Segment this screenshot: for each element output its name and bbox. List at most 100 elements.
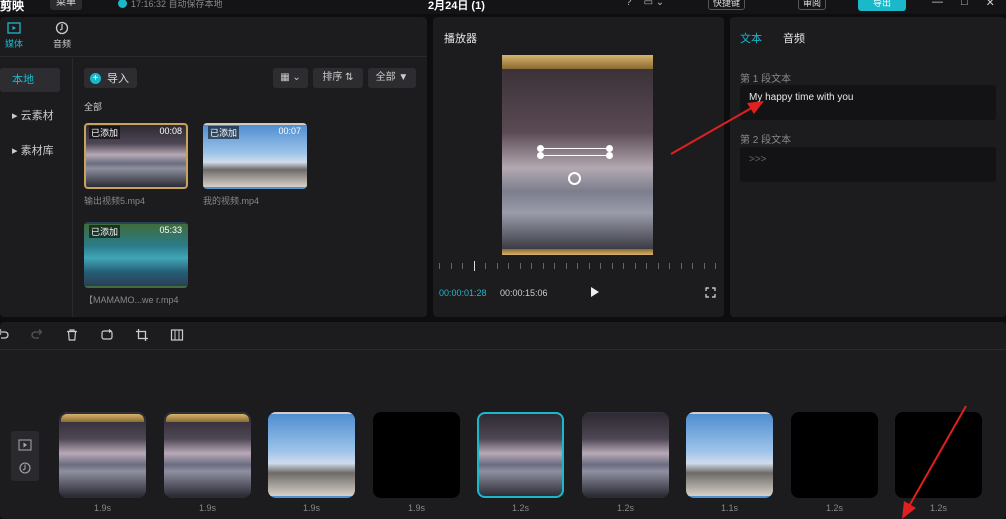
- scrubber-tick: [715, 263, 716, 269]
- app-title: 剪映: [0, 0, 25, 13]
- sidebar-item-local[interactable]: 本地: [0, 68, 60, 92]
- scrubber-tick: [462, 263, 463, 269]
- media-icon: [7, 22, 21, 34]
- media-filename: 输出视频5.mp4: [84, 196, 146, 206]
- filter-button[interactable]: 全部 ▼: [368, 68, 416, 88]
- media-thumbnail[interactable]: 已添加 05:33: [84, 222, 188, 288]
- audio-track-icon[interactable]: [18, 461, 32, 475]
- timeline-clip[interactable]: [373, 412, 460, 498]
- clip-duration: 1.2s: [825, 503, 843, 513]
- resize-handle[interactable]: [537, 152, 544, 159]
- video-image: [502, 69, 653, 249]
- video-track-icon[interactable]: [18, 439, 32, 451]
- help-icon[interactable]: ?: [626, 0, 632, 8]
- media-thumbnail[interactable]: 已添加 00:08: [84, 123, 188, 189]
- rotate-icon[interactable]: [568, 172, 581, 185]
- clip-gold-border: [61, 414, 144, 422]
- paragraph-label: 第 1 段文本: [740, 74, 792, 85]
- scrubber-tick: [531, 263, 532, 269]
- delete-icon[interactable]: [65, 328, 79, 342]
- paragraph-label: 第 2 段文本: [740, 135, 792, 146]
- clip-duration: 1.9s: [407, 503, 425, 513]
- tab-text[interactable]: 文本: [740, 30, 762, 46]
- timeline-clip[interactable]: [477, 412, 564, 498]
- shortcut-button[interactable]: 快捷键: [708, 0, 746, 10]
- media-tabs: 媒体 音频: [0, 17, 427, 57]
- total-time: 00:00:15:06: [500, 288, 548, 298]
- view-toggle-button[interactable]: ▦ ⌄: [273, 68, 308, 88]
- added-badge: 已添加: [208, 126, 240, 139]
- resize-handle[interactable]: [606, 145, 613, 152]
- timeline-clip[interactable]: [268, 412, 355, 498]
- play-button[interactable]: [591, 287, 599, 297]
- tab-audio[interactable]: 音频: [783, 30, 805, 46]
- scrubber-tick: [692, 263, 693, 269]
- sidebar-item-library[interactable]: ▸ 素材库: [0, 139, 60, 163]
- loop-icon[interactable]: [100, 328, 114, 342]
- clip-duration: 1.1s: [720, 503, 738, 513]
- text-bounding-box[interactable]: [537, 145, 613, 159]
- video-preview[interactable]: [502, 55, 653, 255]
- track-controls: [11, 431, 39, 481]
- undo-icon[interactable]: [0, 328, 10, 342]
- resize-handle[interactable]: [537, 145, 544, 152]
- sort-button[interactable]: 排序 ⇅: [313, 68, 363, 88]
- added-badge: 已添加: [89, 126, 121, 139]
- media-item[interactable]: 已添加 05:33 【MAMAMO...we r.mp4: [84, 222, 190, 306]
- media-thumbnail[interactable]: 已添加 00:07: [203, 123, 307, 189]
- timeline-clip[interactable]: [791, 412, 878, 498]
- close-icon[interactable]: ✕: [986, 0, 995, 9]
- media-item[interactable]: 已添加 00:08 输出视频5.mp4: [84, 123, 190, 207]
- paragraph-text-field[interactable]: My happy time with you: [740, 85, 996, 120]
- redo-icon[interactable]: [30, 328, 44, 342]
- scrubber-tick: [577, 263, 578, 269]
- scrubber-tick: [680, 263, 682, 269]
- duration-badge: 05:33: [159, 225, 182, 235]
- crop-icon[interactable]: [135, 328, 149, 342]
- import-button[interactable]: + 导入: [84, 68, 137, 88]
- tab-audio-label: 音频: [52, 39, 71, 49]
- scrubber-tick: [565, 263, 567, 269]
- scrubber-tick: [634, 263, 636, 269]
- title-bar: 剪映 菜单 17:16:32 自动保存本地 2月24日 (1) ? ▭ ⌄ 快捷…: [0, 0, 1006, 14]
- scrubber-tick: [485, 263, 486, 269]
- timeline-toolbar: [0, 322, 1006, 350]
- export-button[interactable]: 导出: [858, 0, 906, 11]
- timeline-clip[interactable]: [164, 412, 251, 498]
- minimize-icon[interactable]: —: [932, 0, 943, 9]
- scrubber-tick: [669, 263, 670, 269]
- resize-handle[interactable]: [606, 152, 613, 159]
- timeline-scrubber[interactable]: [439, 260, 719, 272]
- layout-icon[interactable]: ▭ ⌄: [644, 0, 665, 8]
- split-screen-icon[interactable]: [170, 328, 184, 342]
- timeline-clip[interactable]: [895, 412, 982, 498]
- media-filename: 我的视频.mp4: [203, 196, 260, 206]
- project-name: 2月24日 (1): [428, 0, 485, 12]
- scrubber-tick: [703, 263, 705, 269]
- clip-duration: 1.9s: [302, 503, 320, 513]
- paragraph-text-field[interactable]: >>>: [740, 147, 996, 182]
- scrubber-tick: [508, 263, 509, 269]
- clip-duration: 1.2s: [929, 503, 947, 513]
- player-panel: 播放器 00:00:01:28 00:00:15:06: [433, 17, 724, 317]
- media-item[interactable]: 已添加 00:07 我的视频.mp4: [203, 123, 309, 207]
- maximize-icon[interactable]: □: [961, 0, 968, 9]
- clip-duration: 1.2s: [511, 503, 529, 513]
- media-sidebar: 本地 ▸ 云素材 ▸ 素材库: [0, 58, 73, 317]
- tab-audio[interactable]: 音频: [42, 21, 82, 50]
- scrubber-tick: [588, 263, 590, 269]
- clip-duration: 1.2s: [616, 503, 634, 513]
- timeline-clip[interactable]: [686, 412, 773, 498]
- tab-media[interactable]: 媒体: [0, 21, 34, 50]
- review-button[interactable]: 审阅: [798, 0, 827, 10]
- audio-icon: [55, 21, 69, 35]
- check-icon: [118, 0, 127, 8]
- text-panel: 文本 音频 第 1 段文本 My happy time with you 第 2…: [730, 17, 1006, 317]
- timeline-clip[interactable]: [59, 412, 146, 498]
- sidebar-item-cloud[interactable]: ▸ 云素材: [0, 104, 60, 128]
- window-controls: — □ ✕: [932, 0, 995, 9]
- timeline-clip[interactable]: [582, 412, 669, 498]
- menu-button[interactable]: 菜单: [50, 0, 82, 10]
- fullscreen-icon[interactable]: [705, 287, 716, 298]
- scrubber-tick: [473, 261, 475, 271]
